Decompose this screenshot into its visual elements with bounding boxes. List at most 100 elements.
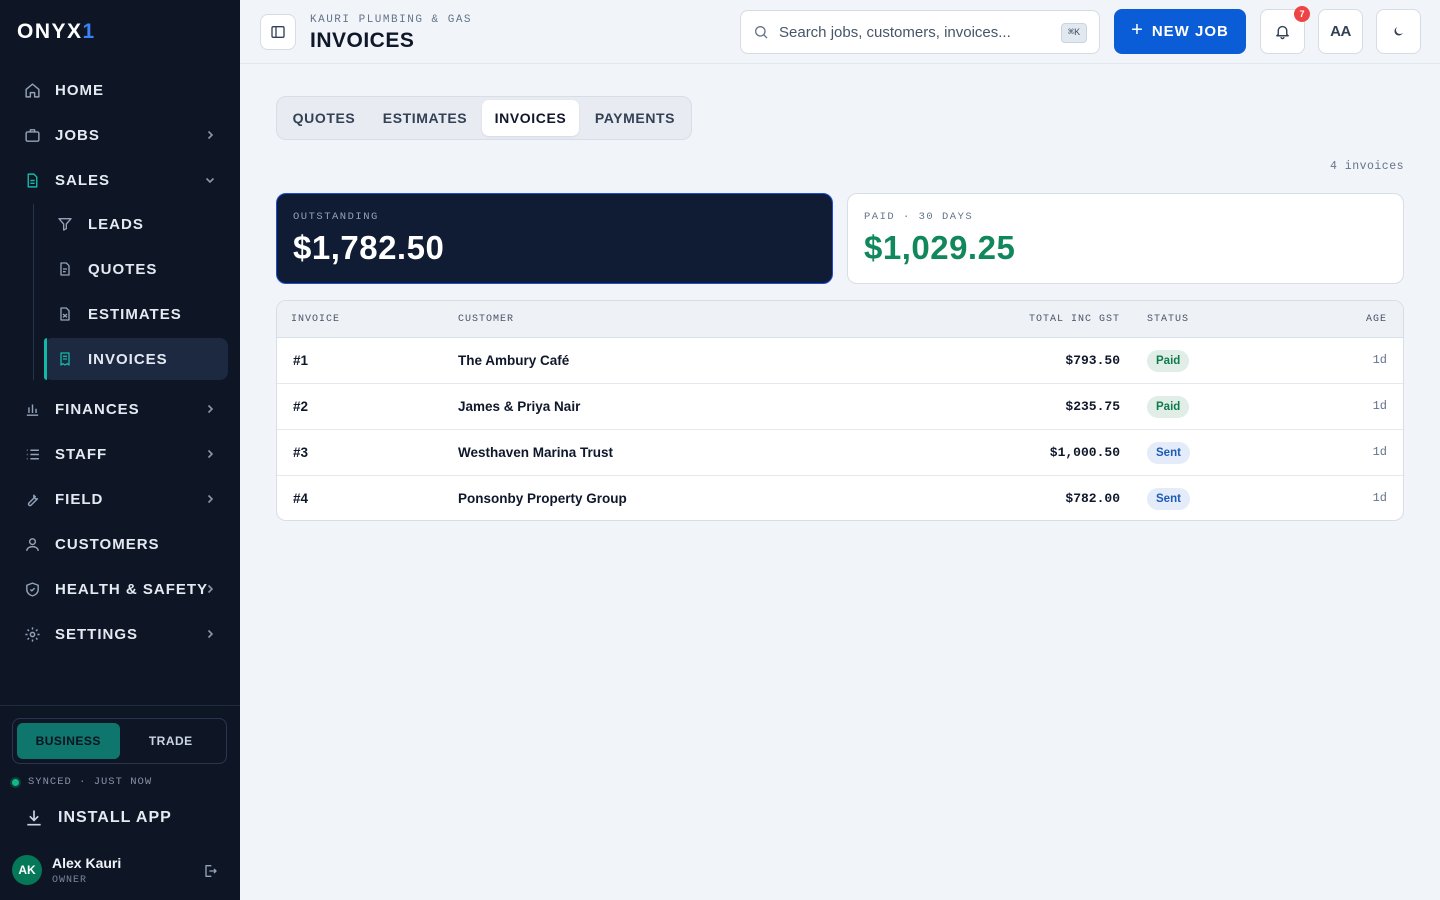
chevron-right-icon (204, 447, 216, 459)
document-icon (23, 171, 41, 189)
nav-item-staff[interactable]: STAFF (12, 433, 228, 475)
nav-item-estimates[interactable]: ESTIMATES (44, 293, 228, 335)
tab-payments[interactable]: PAYMENTS (582, 100, 688, 136)
sidebar-panel-icon (271, 26, 285, 38)
toggle-sidebar-button[interactable] (260, 14, 296, 50)
app-logo[interactable]: ONYX1 (17, 20, 96, 44)
company-name: KAURI PLUMBING & GAS (310, 14, 473, 26)
nav-item-leads[interactable]: LEADS (44, 203, 228, 245)
nav-label: HOME (55, 81, 104, 99)
submenu-divider (33, 204, 34, 380)
shield-icon (23, 580, 41, 598)
status-badge: Sent (1147, 488, 1190, 510)
table-row[interactable]: #4 Ponsonby Property Group $782.00 Sent … (277, 476, 1403, 520)
sidebar-divider (0, 705, 240, 706)
install-label: INSTALL APP (58, 809, 172, 826)
status-badge: Paid (1147, 350, 1190, 372)
header-status[interactable]: STATUS (1147, 314, 1189, 325)
header-invoice[interactable]: INVOICE (291, 314, 340, 325)
page-title: INVOICES (310, 29, 415, 52)
nav-item-settings[interactable]: SETTINGS (12, 613, 228, 655)
header-total[interactable]: TOTAL INC GST (1029, 314, 1120, 325)
status-badge: Paid (1147, 396, 1190, 418)
invoice-count: 4 invoices (1329, 160, 1404, 173)
outstanding-label: OUTSTANDING (293, 211, 379, 223)
nav-label: ESTIMATES (88, 305, 182, 323)
status-badge: Sent (1147, 442, 1190, 464)
table-row[interactable]: #1 The Ambury Café $793.50 Paid 1d (277, 338, 1403, 384)
outstanding-card[interactable]: OUTSTANDING $1,782.50 (276, 193, 833, 284)
user-role: OWNER (52, 875, 88, 886)
nav-item-finances[interactable]: FINANCES (12, 388, 228, 430)
nav-item-jobs[interactable]: JOBS (12, 114, 228, 156)
paid-label: PAID · 30 DAYS (864, 211, 974, 223)
header-age[interactable]: AGE (1366, 314, 1387, 325)
user-name: Alex Kauri (52, 855, 122, 871)
invoice-number: #4 (293, 491, 309, 506)
home-icon (23, 81, 41, 99)
table-row[interactable]: #2 James & Priya Nair $235.75 Paid 1d (277, 384, 1403, 430)
user-icon (23, 535, 41, 553)
mode-business-button[interactable]: BUSINESS (17, 723, 120, 759)
search-shortcut: ⌘K (1060, 23, 1087, 43)
customer-name: Westhaven Marina Trust (458, 445, 614, 460)
chevron-down-icon (204, 173, 216, 185)
chevron-right-icon (204, 582, 216, 594)
font-size-button[interactable]: AA (1318, 9, 1363, 54)
new-job-button[interactable]: + NEW JOB (1114, 9, 1246, 54)
sync-status: SYNCED · JUST NOW (12, 776, 152, 788)
notification-badge: 7 (1294, 6, 1310, 22)
search-bar: ⌘K (740, 10, 1100, 54)
nav-item-customers[interactable]: CUSTOMERS (12, 523, 228, 565)
header-customer[interactable]: CUSTOMER (458, 314, 514, 325)
nav-label: CUSTOMERS (55, 535, 160, 553)
nav-item-home[interactable]: HOME (12, 69, 228, 111)
outstanding-value: $1,782.50 (293, 229, 445, 266)
table-row[interactable]: #3 Westhaven Marina Trust $1,000.50 Sent… (277, 430, 1403, 476)
invoice-number: #3 (293, 445, 309, 460)
chevron-right-icon (204, 627, 216, 639)
sales-tabs: QUOTES ESTIMATES INVOICES PAYMENTS (276, 96, 692, 140)
invoice-age: 1d (1372, 445, 1387, 459)
moon-icon (1394, 27, 1403, 36)
new-job-label: NEW JOB (1151, 23, 1229, 40)
avatar[interactable]: AK (12, 855, 42, 885)
invoice-total: $793.50 (1065, 353, 1120, 368)
chevron-right-icon (204, 128, 216, 140)
tab-quotes[interactable]: QUOTES (280, 100, 368, 136)
invoice-number: #2 (293, 399, 309, 414)
nav-item-field[interactable]: FIELD (12, 478, 228, 520)
search-icon (753, 24, 769, 40)
logout-icon[interactable] (202, 863, 218, 879)
paid-card[interactable]: PAID · 30 DAYS $1,029.25 (847, 193, 1404, 284)
nav-item-health-safety[interactable]: HEALTH & SAFETY (12, 568, 228, 610)
notifications-button[interactable]: 7 (1260, 6, 1310, 54)
nav-label: QUOTES (88, 260, 158, 278)
tab-estimates[interactable]: ESTIMATES (371, 100, 479, 136)
nav-label: HEALTH & SAFETY (55, 580, 209, 598)
nav-item-sales[interactable]: SALES (12, 159, 228, 201)
search-input[interactable] (779, 23, 1049, 41)
customer-name: James & Priya Nair (458, 399, 581, 414)
mode-trade-button[interactable]: TRADE (120, 723, 223, 759)
chevron-right-icon (204, 492, 216, 504)
chevron-right-icon (204, 402, 216, 414)
quote-document-icon (56, 260, 74, 278)
top-header: KAURI PLUMBING & GAS INVOICES ⌘K + NEW J… (240, 0, 1440, 64)
customer-name: The Ambury Café (458, 353, 570, 368)
nav-label: STAFF (55, 445, 108, 463)
table-header: INVOICE CUSTOMER TOTAL INC GST STATUS AG… (277, 301, 1403, 338)
nav-item-quotes[interactable]: QUOTES (44, 248, 228, 290)
theme-toggle-button[interactable] (1376, 9, 1421, 54)
paid-value: $1,029.25 (864, 229, 1016, 266)
download-icon (24, 808, 44, 828)
invoice-number: #1 (293, 353, 309, 368)
funnel-icon (56, 215, 74, 233)
install-app-button[interactable]: INSTALL APP (24, 808, 172, 828)
invoice-total: $782.00 (1065, 491, 1120, 506)
tab-invoices[interactable]: INVOICES (482, 100, 579, 136)
gear-icon (23, 625, 41, 643)
nav-item-invoices[interactable]: INVOICES (44, 338, 228, 380)
plus-icon: + (1131, 19, 1144, 41)
nav-label: LEADS (88, 215, 144, 233)
